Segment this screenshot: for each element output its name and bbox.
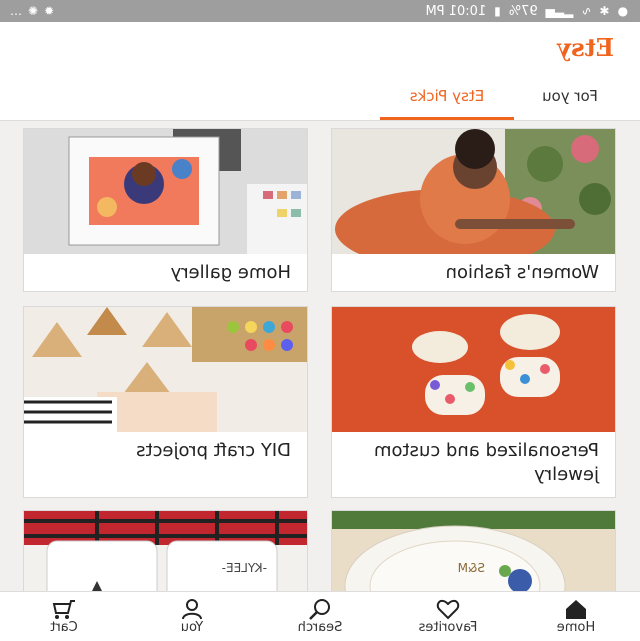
nav-favorites[interactable]: Favorites xyxy=(384,592,512,641)
signal-icon: ▂▃▅ xyxy=(545,4,574,18)
category-card-ceramics[interactable]: S&M xyxy=(331,510,616,591)
battery-percent: 97% xyxy=(508,3,538,19)
womens-fashion-image xyxy=(332,129,615,254)
search-icon xyxy=(309,599,330,620)
nav-home[interactable]: Home xyxy=(512,592,640,641)
category-label: Personalized and custom jewelry xyxy=(373,440,599,485)
tab-for-you[interactable]: For you xyxy=(514,86,626,116)
category-card-womens-fashion[interactable]: Women's fashion xyxy=(331,128,616,292)
wifi-icon: ∿ xyxy=(581,4,592,18)
home-gallery-image xyxy=(24,129,307,254)
home-icon xyxy=(566,600,586,619)
category-label: Home gallery xyxy=(170,262,291,283)
bluetooth-icon: ✱ xyxy=(599,4,610,18)
tab-etsy-picks[interactable]: Etsy Picks xyxy=(380,86,514,116)
category-card-personalized-jewelry[interactable]: Personalized and custom jewelry xyxy=(331,306,616,498)
location-icon: ● xyxy=(617,4,628,18)
diy-craft-image xyxy=(24,307,307,432)
nav-search-label: Search xyxy=(297,620,343,635)
nav-favorites-label: Favorites xyxy=(418,620,478,635)
fan-icon: ✹ xyxy=(44,4,55,18)
category-card-mugs[interactable]: -KYLEE- xyxy=(23,510,308,591)
app-bar: Etsy xyxy=(0,22,640,80)
pinwheel-icon: ✺ xyxy=(28,4,39,18)
nav-you[interactable]: You xyxy=(128,592,256,641)
nav-you-label: You xyxy=(180,620,204,635)
nav-search[interactable]: Search xyxy=(256,592,384,641)
dish-engraving: S&M xyxy=(457,561,485,575)
category-card-diy-craft[interactable]: DIY craft projects xyxy=(23,306,308,498)
more-notifications-icon: … xyxy=(10,4,22,18)
mug-engraving: -KYLEE- xyxy=(221,561,267,575)
nav-home-label: Home xyxy=(556,620,596,635)
tab-bar: For you Etsy Picks xyxy=(0,80,640,121)
etsy-logo[interactable]: Etsy xyxy=(557,33,614,62)
nav-cart[interactable]: Cart xyxy=(0,592,128,641)
jewelry-image xyxy=(332,307,615,432)
ceramic-dish-image xyxy=(332,511,615,591)
cart-icon xyxy=(52,600,75,619)
nav-cart-label: Cart xyxy=(50,620,78,635)
clock: 10:01 PM xyxy=(425,3,487,19)
mugs-image xyxy=(24,511,307,591)
category-card-home-gallery[interactable]: Home gallery xyxy=(23,128,308,292)
status-bar: ● ✱ ∿ ▂▃▅ 97% ▮ 10:01 PM ✹ ✺ … xyxy=(0,0,640,22)
heart-icon xyxy=(436,599,460,620)
category-label: Women's fashion xyxy=(445,262,599,283)
battery-icon: ▮ xyxy=(494,4,501,18)
bottom-nav: Home Favorites Search You Cart xyxy=(0,591,640,641)
category-feed: Women's fashion Home gallery Personalize… xyxy=(0,121,640,591)
category-label: DIY craft projects xyxy=(136,440,291,461)
user-icon xyxy=(182,599,202,620)
